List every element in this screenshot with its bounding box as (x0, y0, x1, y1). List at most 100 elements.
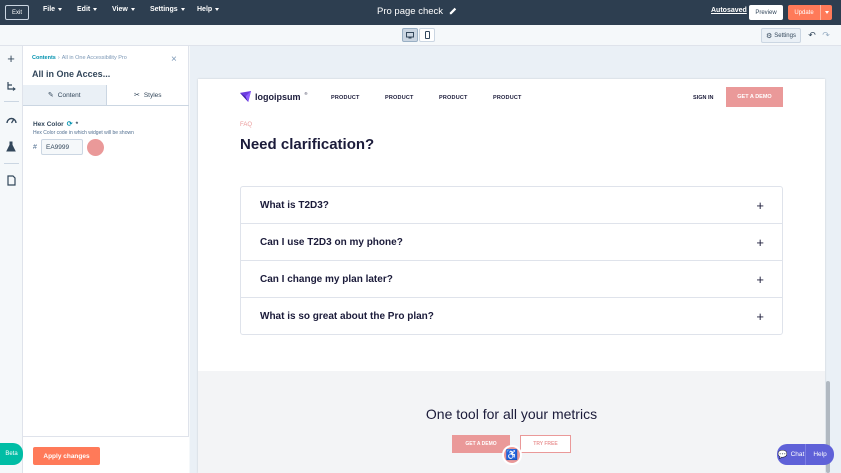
panel-title: All in One Acces... (32, 69, 111, 79)
faq-question: Can I change my plan later? (260, 273, 393, 285)
panel-tabs: ✎ Content ✂ Styles (23, 85, 189, 106)
faq-accordion: What is T2D3? + Can I use T2D3 on my phon… (240, 186, 783, 335)
top-navigation-bar: Exit File Edit View Settings Help Pro pa… (0, 0, 841, 25)
edit-menu[interactable]: Edit (77, 6, 98, 13)
metrics-heading: One tool for all your metrics (425, 406, 598, 422)
nav-link-product[interactable]: PRODUCT (385, 95, 414, 101)
chat-label: Chat (790, 451, 805, 458)
chevron-right-icon: › (57, 55, 60, 61)
beta-badge[interactable]: Beta (0, 443, 23, 465)
logo-mark-icon (240, 91, 251, 102)
file-menu[interactable]: File (43, 6, 63, 13)
tab-styles-label: Styles (143, 91, 162, 99)
update-dropdown-toggle[interactable] (821, 11, 832, 14)
module-editor-panel: Contents › All in One Accessibility Pro × … (23, 46, 189, 473)
gear-icon: ⚙ (766, 32, 773, 40)
breadcrumb-contents-link[interactable]: Contents (32, 55, 56, 61)
hex-color-help-text: Hex Color code in which widget will be s… (33, 130, 134, 136)
chevron-down-icon (130, 8, 135, 11)
registered-mark: ® (304, 91, 308, 96)
add-icon[interactable]: + (5, 51, 17, 66)
page-title[interactable]: Pro page check (377, 6, 443, 17)
plus-icon: + (756, 271, 764, 287)
faq-item[interactable]: What is T2D3? + (241, 187, 782, 224)
left-sidebar-rail: + (0, 46, 23, 473)
pencil-icon: ✎ (47, 92, 54, 99)
chevron-down-icon (215, 8, 220, 11)
chevron-down-icon (93, 8, 98, 11)
page-preview[interactable]: logoipsum ® PRODUCT PRODUCT PRODUCT PRODU… (198, 79, 825, 473)
color-swatch[interactable] (87, 139, 104, 156)
redo-button[interactable]: ↷ (820, 28, 832, 43)
undo-icon: ↶ (808, 30, 816, 40)
faq-item[interactable]: What is so great about the Pro plan? + (241, 298, 782, 335)
divider (4, 101, 19, 102)
sync-icon[interactable]: ⟳ (67, 120, 73, 128)
plus-icon: + (756, 309, 764, 324)
redo-icon: ↷ (822, 30, 830, 40)
plus-icon: + (756, 197, 764, 213)
chat-button[interactable]: 💬 Chat (777, 450, 805, 459)
try-free-button[interactable]: TRY FREE (520, 435, 571, 453)
accessibility-widget-icon[interactable]: ♿ (502, 445, 522, 465)
update-button[interactable]: Update (788, 5, 832, 20)
tab-content[interactable]: ✎ Content (23, 85, 107, 105)
brush-icon: ✂ (133, 92, 140, 99)
faq-item[interactable]: Can I change my plan later? + (241, 261, 782, 298)
chevron-down-icon (180, 8, 185, 11)
chevron-down-icon (58, 8, 63, 11)
settings-menu[interactable]: Settings (150, 6, 185, 13)
faq-item[interactable]: Can I use T2D3 on my phone? + (241, 224, 782, 261)
required-marker: * (75, 120, 79, 128)
undo-button[interactable]: ↶ (806, 28, 818, 43)
preview-button[interactable]: Preview (749, 5, 783, 20)
apply-changes-button[interactable]: Apply changes (33, 447, 100, 465)
layers-icon[interactable] (5, 80, 17, 92)
get-a-demo-button[interactable]: GET A DEMO (726, 87, 783, 107)
metrics-section: One tool for all your metrics GET A DEMO… (198, 371, 825, 473)
nav-link-product[interactable]: PRODUCT (493, 95, 522, 101)
hex-color-input[interactable] (41, 139, 83, 155)
sign-in-link[interactable]: SIGN IN (693, 95, 713, 101)
help-menu-label: Help (197, 6, 213, 13)
test-flask-icon[interactable] (5, 140, 17, 152)
nav-link-product[interactable]: PRODUCT (331, 95, 360, 101)
plus-icon: + (756, 234, 764, 250)
exit-button[interactable]: Exit (5, 5, 29, 20)
hex-color-label: Hex Color ⟳ * (33, 120, 79, 129)
desktop-view-button[interactable] (402, 28, 418, 42)
optimize-gauge-icon[interactable] (5, 113, 17, 125)
logo-text: logoipsum (255, 91, 301, 102)
faq-question: Can I use T2D3 on my phone? (260, 236, 403, 248)
editor-canvas: logoipsum ® PRODUCT PRODUCT PRODUCT PRODU… (190, 46, 841, 473)
chevron-down-icon (824, 11, 829, 14)
tab-content-label: Content (57, 91, 81, 99)
page-icon[interactable] (5, 174, 17, 186)
view-menu[interactable]: View (112, 6, 135, 13)
tab-styles[interactable]: ✂ Styles (107, 85, 190, 105)
faq-question: What is T2D3? (260, 199, 329, 211)
desktop-icon (406, 31, 414, 38)
mobile-view-button[interactable] (419, 28, 435, 42)
hex-color-label-text: Hex Color (33, 120, 64, 128)
get-a-demo-button[interactable]: GET A DEMO (452, 435, 510, 453)
help-button[interactable]: Help (806, 451, 834, 458)
settings-button[interactable]: ⚙ Settings (761, 28, 801, 43)
panel-footer: Apply changes (23, 436, 189, 473)
chat-bubble-icon: 💬 (777, 450, 788, 459)
breadcrumb-current: All in One Accessibility Pro (61, 55, 127, 61)
divider (4, 163, 19, 164)
autosaved-status[interactable]: Autosaved (711, 7, 747, 14)
settings-menu-label: Settings (150, 6, 178, 13)
breadcrumb: Contents › All in One Accessibility Pro (32, 55, 127, 61)
hash-prefix: # (33, 144, 37, 151)
editor-toolbar: ⚙ Settings ↶ ↷ (0, 25, 841, 46)
nav-link-product[interactable]: PRODUCT (439, 95, 468, 101)
site-logo[interactable]: logoipsum ® (240, 91, 307, 102)
close-icon[interactable]: × (171, 54, 177, 65)
pencil-icon[interactable] (449, 7, 457, 15)
view-menu-label: View (112, 6, 128, 13)
settings-button-label: Settings (774, 32, 796, 39)
file-menu-label: File (43, 6, 56, 13)
help-menu[interactable]: Help (197, 6, 220, 13)
